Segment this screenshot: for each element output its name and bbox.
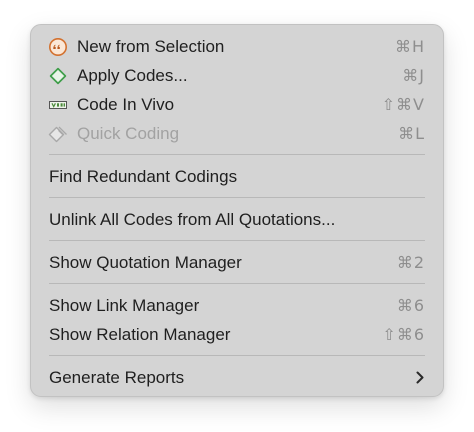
menu-separator [49, 197, 425, 198]
menu-separator [49, 154, 425, 155]
shortcut-label: ⌘L [398, 124, 425, 143]
menu-item-show-link-manager[interactable]: Show Link Manager ⌘6 [31, 291, 443, 320]
menu-separator [49, 283, 425, 284]
quick-code-icon [48, 124, 68, 144]
shortcut-label: ⌘6 [396, 296, 425, 315]
menu-item-label: Find Redundant Codings [49, 167, 238, 186]
shortcut-label: ⇧⌘V [381, 95, 425, 114]
menu-item-quick-coding: Quick Coding ⌘L [31, 119, 443, 148]
shortcut-label: ⌘J [402, 66, 425, 85]
menu-item-unlink-all-codes[interactable]: Unlink All Codes from All Quotations... [31, 205, 443, 234]
menu-separator [49, 355, 425, 356]
menu-separator [49, 240, 425, 241]
shortcut-label: ⌘2 [396, 253, 425, 272]
in-vivo-code-icon [48, 95, 68, 115]
menu-item-label: Apply Codes... [77, 66, 188, 85]
chevron-right-icon [413, 369, 427, 386]
menu-item-show-relation-manager[interactable]: Show Relation Manager ⇧⌘6 [31, 320, 443, 349]
diamond-icon [48, 66, 68, 86]
shortcut-label: ⌘H [394, 37, 425, 56]
menu-item-label: New from Selection [77, 37, 225, 56]
menu-item-show-quotation-manager[interactable]: Show Quotation Manager ⌘2 [31, 248, 443, 277]
menu-item-code-in-vivo[interactable]: Code In Vivo ⇧⌘V [31, 90, 443, 119]
menu-item-label: Show Link Manager [49, 296, 200, 315]
context-menu: New from Selection ⌘H Apply Codes... ⌘J … [30, 24, 444, 397]
menu-item-label: Generate Reports [49, 368, 185, 387]
menu-item-label: Show Quotation Manager [49, 253, 242, 272]
menu-item-new-from-selection[interactable]: New from Selection ⌘H [31, 32, 443, 61]
quote-bubble-icon [48, 37, 68, 57]
shortcut-label: ⇧⌘6 [382, 325, 425, 344]
menu-item-apply-codes[interactable]: Apply Codes... ⌘J [31, 61, 443, 90]
menu-item-label: Code In Vivo [77, 95, 175, 114]
menu-item-label: Quick Coding [77, 124, 180, 143]
menu-item-generate-reports[interactable]: Generate Reports [31, 363, 443, 392]
menu-item-label: Unlink All Codes from All Quotations... [49, 210, 336, 229]
menu-item-label: Show Relation Manager [49, 325, 231, 344]
menu-item-find-redundant-codings[interactable]: Find Redundant Codings [31, 162, 443, 191]
